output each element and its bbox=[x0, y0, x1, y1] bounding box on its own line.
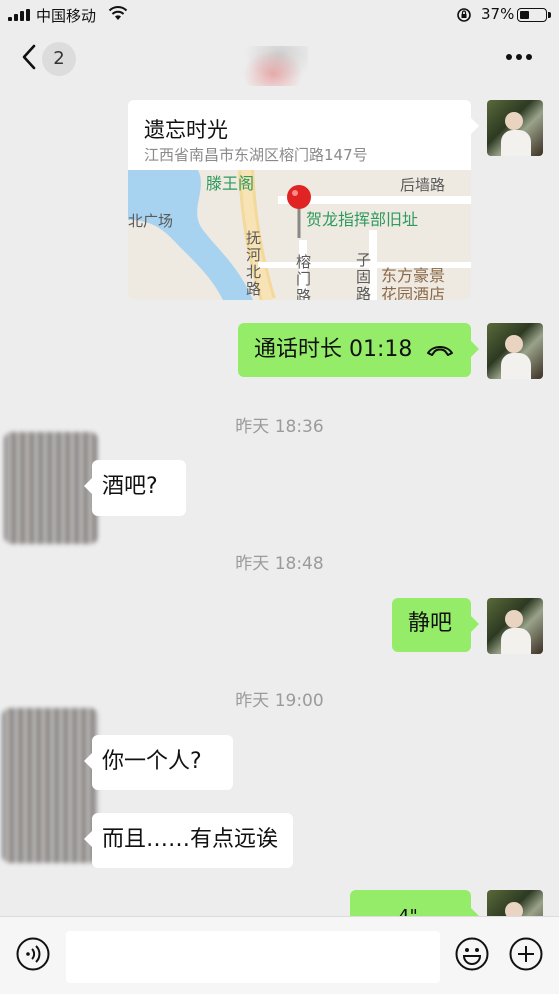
phone-hangup-icon bbox=[427, 346, 453, 356]
map-label-landmark: 贺龙指挥部旧址 bbox=[306, 210, 419, 229]
map-label-square: 北广场 bbox=[128, 212, 174, 230]
incoming-message-bubble[interactable]: 而且……有点远诶 bbox=[84, 813, 293, 868]
more-dots-icon[interactable] bbox=[506, 54, 536, 62]
map-label-street-top: 后墙路 bbox=[400, 176, 446, 194]
my-avatar[interactable] bbox=[487, 323, 543, 379]
input-bar bbox=[0, 916, 559, 994]
orientation-lock-icon bbox=[457, 8, 471, 22]
wifi-icon bbox=[108, 6, 128, 20]
message-text: 你一个人? bbox=[102, 749, 202, 774]
call-duration-text: 通话时长 01:18 bbox=[254, 337, 413, 362]
battery-icon bbox=[517, 8, 547, 22]
back-arrow-icon[interactable] bbox=[18, 42, 40, 72]
timestamp: 昨天 18:48 bbox=[235, 554, 324, 574]
map-label-tengwangge: 滕王阁 bbox=[206, 174, 255, 193]
carrier-label: 中国移动 bbox=[36, 7, 97, 25]
my-avatar[interactable] bbox=[487, 598, 543, 654]
map-label-hotel-line2: 花园酒店 bbox=[381, 285, 446, 300]
incoming-message-bubble[interactable]: 酒吧? bbox=[84, 460, 186, 516]
location-card-tail bbox=[471, 118, 479, 134]
message-text: 酒吧? bbox=[102, 474, 158, 499]
incoming-message-bubble[interactable]: 你一个人? bbox=[84, 735, 233, 790]
unread-count-badge[interactable]: 2 bbox=[42, 42, 76, 76]
chat-header: 2 bbox=[0, 30, 559, 86]
location-message-card[interactable]: 遗忘时光 江西省南昌市东湖区榕门路147号 滕王阁 北广场 后墙路 贺龙指挥部旧… bbox=[128, 100, 471, 300]
map-label-rongmen-road: 榕门路 bbox=[296, 253, 312, 301]
battery-nub bbox=[548, 12, 551, 18]
signal-icon bbox=[8, 9, 32, 21]
message-text: 而且……有点远诶 bbox=[102, 827, 279, 852]
my-avatar[interactable] bbox=[487, 100, 543, 156]
plus-icon[interactable] bbox=[509, 937, 543, 971]
emoji-icon[interactable] bbox=[455, 937, 489, 971]
location-address: 江西省南昌市东湖区榕门路147号 bbox=[144, 146, 368, 164]
location-map[interactable]: 滕王阁 北广场 后墙路 贺龙指挥部旧址 抚河北路 榕门路 子固路 东方豪景 花园… bbox=[128, 170, 471, 300]
chat-title-redacted bbox=[238, 46, 308, 86]
status-bar: 中国移动 37% bbox=[0, 0, 559, 30]
voice-input-icon[interactable] bbox=[16, 937, 50, 971]
location-pin-icon bbox=[287, 185, 311, 238]
message-input[interactable] bbox=[66, 931, 440, 983]
location-name: 遗忘时光 bbox=[144, 118, 228, 142]
battery-percent: 37% bbox=[481, 5, 515, 23]
map-label-fuhe-road: 抚河北路 bbox=[246, 229, 262, 298]
outgoing-message-bubble[interactable]: 静吧 bbox=[392, 598, 479, 652]
message-text: 静吧 bbox=[408, 611, 453, 636]
map-label-zigu-road: 子固路 bbox=[356, 251, 372, 301]
call-duration-bubble[interactable]: 通话时长 01:18 bbox=[238, 323, 479, 377]
